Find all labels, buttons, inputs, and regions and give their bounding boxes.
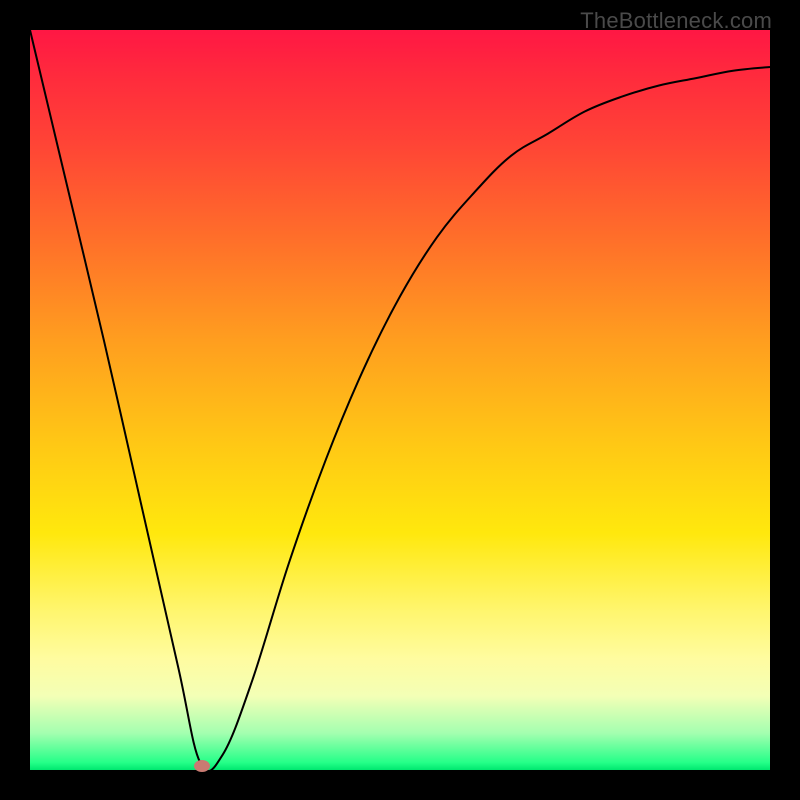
curve-line: [30, 30, 770, 770]
chart-frame: TheBottleneck.com: [0, 0, 800, 800]
curve-svg: [30, 30, 770, 770]
plot-area: [30, 30, 770, 770]
min-marker: [194, 760, 210, 772]
watermark-text: TheBottleneck.com: [580, 8, 772, 34]
